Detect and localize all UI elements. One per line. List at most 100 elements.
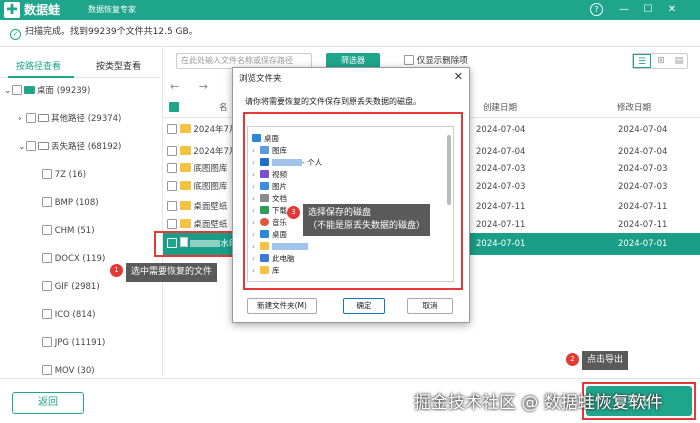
modified-date: 2024-07-01 [618,239,668,249]
dialog-instruction: 请你将需要恢复的文件保存到原丢失数据的磁盘。 [245,97,421,106]
highlight-selected-file [154,231,234,257]
file-name: 底图图库 [193,182,228,192]
list-view-icon[interactable]: ☰ [633,54,651,68]
forward-arrow-icon[interactable]: → [199,80,208,93]
checkbox[interactable] [167,146,177,156]
col-modified[interactable]: 修改日期 [617,101,651,113]
view-toggle: ☰ ⊞ ▤ [632,53,688,69]
checkbox[interactable] [42,365,52,375]
minimize-button[interactable]: — [616,2,632,18]
tree-item-lost-paths[interactable]: ⌄ 丢失路径 (68192) [18,140,121,154]
tree-item-other-paths[interactable]: › 其他路径 (29374) [18,112,121,126]
tree-item-type[interactable]: GIF (2981) [42,280,100,294]
scan-status: ✓ 扫描完成。找到99239个文件共12.5 GB。 [10,24,198,40]
col-created[interactable]: 创建日期 [483,101,517,113]
tree-item-type[interactable]: DOCX (119) [42,252,105,266]
checkbox[interactable] [26,113,36,123]
dialog-title: 浏览文件夹 [239,74,282,84]
file-name: 2024年7月 [193,147,238,157]
maximize-button[interactable]: ☐ [640,2,656,18]
tab-by-type[interactable]: 按类型查看 [96,59,141,72]
grid-view-icon[interactable]: ⊞ [652,54,670,68]
tree-item-label: 7Z (16) [54,170,87,180]
divider [0,46,700,47]
back-button[interactable]: 返回 [12,392,84,414]
checkbox[interactable] [42,225,52,235]
file-name: 2024年7月 [193,125,238,135]
folder-icon [179,146,191,155]
checkbox[interactable] [167,201,177,211]
tab-by-path[interactable]: 按路径查看 [16,59,61,72]
dialog-close-icon[interactable]: ✕ [454,70,463,83]
ok-button[interactable]: 确定 [343,298,385,314]
checkbox[interactable] [42,253,52,263]
tree-item-label: ICO (814) [54,310,96,320]
chevron-right-icon[interactable]: › [18,112,26,126]
tree-item-type[interactable]: CHM (51) [42,224,95,238]
chevron-down-icon[interactable]: ⌄ [18,140,26,154]
annotation-line: 选择保存的磁盘 [308,208,372,218]
folder-icon [179,163,191,172]
show-deleted-toggle[interactable]: 仅显示删除项 [404,55,468,67]
created-date: 2024-07-04 [476,125,526,135]
watermark: 掘金技术社区 @ 数据蛙恢复软件 [414,393,663,413]
tree-item-type[interactable]: MOV (30) [42,364,95,378]
select-all-checkbox[interactable] [169,102,179,112]
check-circle-icon: ✓ [10,29,21,40]
new-folder-button[interactable]: 新建文件夹(M) [247,298,317,314]
tree-item-type[interactable]: BMP (108) [42,196,99,210]
checkbox[interactable] [12,85,22,95]
chevron-down-icon[interactable]: ⌄ [4,84,12,98]
folder-icon [38,114,49,122]
file-name: 桌面壁纸 [193,220,228,230]
help-icon[interactable]: ? [590,3,603,16]
checkbox[interactable] [26,141,36,151]
checkbox[interactable] [42,169,52,179]
desktop-icon [24,86,35,94]
annotation-choose-disk: 选择保存的磁盘 （不能是原丢失数据的磁盘） [303,204,431,236]
tree-item-type[interactable]: ICO (814) [42,308,95,322]
col-name[interactable]: 名 [219,101,228,113]
file-name: 桌面壁纸 [193,202,228,212]
left-view-tabs: 按路径查看 按类型查看 [0,54,160,78]
checkbox[interactable] [42,197,52,207]
tree-item-label: JPG (11191) [54,338,106,348]
checkbox[interactable] [42,309,52,319]
cancel-button[interactable]: 取消 [407,298,453,314]
tree-item-type[interactable]: JPG (11191) [42,336,105,350]
annotation-select-file: 选中需要恢复的文件 [126,263,218,282]
tree-item-label: 桌面 (99239) [37,86,91,96]
tree-item-type[interactable]: 7Z (16) [42,168,86,182]
checkbox[interactable] [167,124,177,134]
nav-arrows: ← → [170,80,208,93]
checkbox[interactable] [42,337,52,347]
tree-item-label: 其他路径 (29374) [51,114,122,124]
annotation-number: 3 [287,206,300,219]
annotation-number: 2 [566,353,579,366]
show-deleted-label: 仅显示删除项 [416,56,468,66]
annotation-click-export: 点击导出 [582,351,629,370]
tree-item-label: MOV (30) [54,366,95,376]
checkbox[interactable] [404,55,414,65]
back-arrow-icon[interactable]: ← [170,80,179,93]
folder-icon [179,124,191,133]
annotation-number: 1 [110,264,123,277]
file-name: 底图图库 [193,164,228,174]
checkbox[interactable] [167,163,177,173]
highlight-folder-tree [243,112,463,290]
checkbox[interactable] [167,181,177,191]
checkbox[interactable] [167,219,177,229]
app-subtitle: 数据恢复专家 [88,5,136,14]
close-button[interactable]: ✕ [664,2,680,18]
tree-item-label: DOCX (119) [54,254,106,264]
scan-status-text: 扫描完成。找到99239个文件共12.5 GB。 [25,27,198,37]
browse-folder-dialog: 浏览文件夹 ✕ 请你将需要恢复的文件保存到原丢失数据的磁盘。 桌面 › 图库 › -… [232,67,470,323]
detail-view-icon[interactable]: ▤ [670,54,688,68]
tree-item-label: GIF (2981) [54,282,100,292]
folder-icon [179,181,191,190]
checkbox[interactable] [42,281,52,291]
modified-date: 2024-07-04 [618,125,668,135]
app-logo-icon: ✚ [4,2,20,18]
tree-item-desktop[interactable]: ⌄ 桌面 (99239) [4,84,90,98]
modified-date: 2024-07-03 [618,182,668,192]
